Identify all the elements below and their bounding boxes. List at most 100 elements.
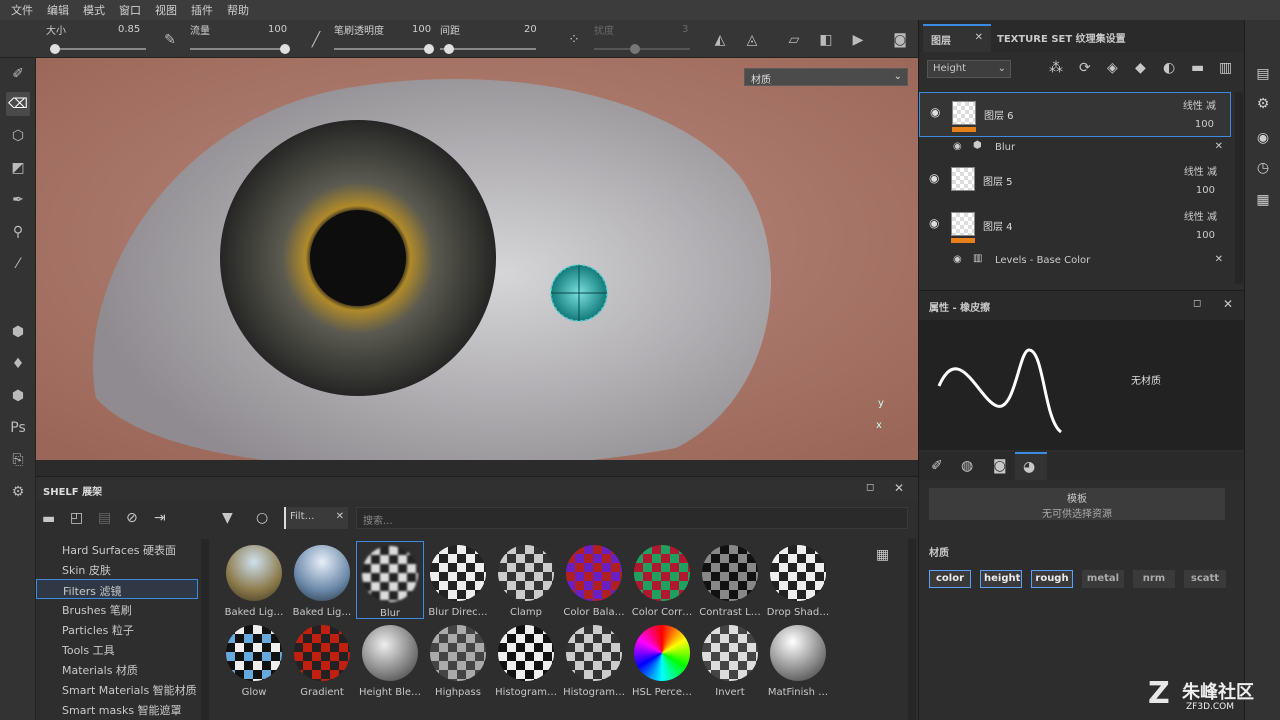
camera-icon[interactable]: ▶: [846, 28, 870, 52]
settings-icon[interactable]: ⚙: [6, 480, 30, 504]
new-folder-icon[interactable]: ◰: [70, 510, 83, 526]
screenshot-icon[interactable]: ◙: [888, 28, 912, 52]
channel-toggle[interactable]: scatt: [1184, 570, 1226, 588]
resource-tile[interactable]: Invert: [696, 621, 764, 699]
channel-toggle[interactable]: color: [929, 570, 971, 588]
add-layer-icon[interactable]: ◈: [1107, 60, 1118, 76]
stencil-tab-icon[interactable]: ◙: [993, 458, 1007, 474]
spacing-value[interactable]: 20: [524, 24, 537, 35]
visibility-icon[interactable]: ◉: [953, 141, 962, 152]
resource-tile[interactable]: Gradient: [288, 621, 356, 699]
refresh-icon[interactable]: ○: [256, 510, 268, 526]
photoshop-icon[interactable]: Ps: [6, 416, 30, 440]
menu-plugins[interactable]: 插件: [184, 2, 220, 18]
visibility-icon[interactable]: ◉: [953, 254, 962, 265]
resource-tile[interactable]: Glow: [220, 621, 288, 699]
effect-row[interactable]: ◉ ▥ Levels - Base Color ✕: [919, 250, 1231, 272]
effect-row[interactable]: ◉ ⬢ Blur ✕: [919, 137, 1231, 159]
clone-stamp-icon[interactable]: ⚲: [6, 220, 30, 244]
category-item[interactable]: Skin 皮肤: [36, 559, 198, 579]
layer-scrollbar[interactable]: [1235, 92, 1243, 284]
flow-slider[interactable]: [190, 44, 290, 54]
channel-toggle[interactable]: metal: [1082, 570, 1124, 588]
polygon-fill-icon[interactable]: ◩: [6, 156, 30, 180]
resource-tile[interactable]: Color Bala…: [560, 541, 628, 619]
visibility-icon[interactable]: ◉: [930, 105, 940, 119]
channel-toggle[interactable]: nrm: [1133, 570, 1175, 588]
channel-toggle[interactable]: height: [980, 570, 1022, 588]
template-box[interactable]: 模板 无可供选择资源: [929, 488, 1225, 520]
visibility-icon[interactable]: ◉: [929, 216, 939, 230]
category-item[interactable]: Particles 粒子: [36, 619, 198, 639]
remove-effect-icon[interactable]: ✕: [1215, 254, 1223, 265]
3d-viewport[interactable]: x y 材质 ⌄: [36, 58, 918, 460]
layers-panel-icon[interactable]: ▤: [1254, 66, 1272, 84]
category-item[interactable]: Tools 工具: [36, 639, 198, 659]
add-folder-icon[interactable]: ▬: [1191, 60, 1204, 76]
resource-tile[interactable]: Clamp: [492, 541, 560, 619]
menu-help[interactable]: 帮助: [220, 2, 256, 18]
add-mask-icon[interactable]: ◐: [1163, 60, 1175, 76]
hide-icon[interactable]: ⊘: [126, 510, 138, 526]
flow-value[interactable]: 100: [268, 24, 287, 35]
delete-icon[interactable]: ▥: [1219, 60, 1232, 76]
menu-view[interactable]: 视图: [148, 2, 184, 18]
add-fill-icon[interactable]: ⟳: [1079, 60, 1091, 76]
maximize-icon[interactable]: ◻: [866, 482, 874, 493]
channel-select[interactable]: Height ⌄: [927, 60, 1011, 78]
resource-tile[interactable]: Histogram…: [560, 621, 628, 699]
folder-icon[interactable]: ▬: [42, 511, 55, 527]
resource-tile[interactable]: Blur: [356, 541, 424, 619]
tab-close-icon[interactable]: ✕: [975, 32, 983, 43]
layer-name[interactable]: 图层 6: [984, 107, 1014, 122]
category-item[interactable]: Filters 滤镜: [36, 579, 198, 599]
layer-row[interactable]: ◉ 图层 5 线性 减 100: [919, 159, 1231, 204]
resource-tile[interactable]: Baked Lig…: [288, 541, 356, 619]
tab-layers[interactable]: 图层 ✕: [923, 24, 991, 52]
close-icon[interactable]: ✕: [894, 481, 904, 495]
material-tab[interactable]: ◕: [1015, 452, 1047, 480]
spacing-slider[interactable]: [440, 44, 536, 54]
material-select[interactable]: 材质 ⌄: [744, 68, 908, 86]
mirror-icon[interactable]: ◬: [740, 28, 764, 52]
scatter-icon[interactable]: ⁘: [562, 28, 586, 52]
brush-tab-icon[interactable]: ✐: [931, 458, 943, 474]
layer-opacity[interactable]: 100: [1195, 119, 1214, 130]
category-item[interactable]: Materials 材质: [36, 659, 198, 679]
chip-close-icon[interactable]: ✕: [336, 511, 344, 522]
add-effect-icon[interactable]: ⁂: [1049, 60, 1063, 76]
close-icon[interactable]: ✕: [1223, 297, 1233, 311]
menu-window[interactable]: 窗口: [112, 2, 148, 18]
menu-mode[interactable]: 模式: [76, 2, 112, 18]
export-icon[interactable]: ⎘: [6, 448, 30, 472]
resource-tile[interactable]: Height Ble…: [356, 621, 424, 699]
channel-toggle[interactable]: rough: [1031, 570, 1073, 588]
resource-tile[interactable]: Baked Lig…: [220, 541, 288, 619]
texture-set-icon[interactable]: ⚙: [1254, 96, 1272, 114]
plugin-icon[interactable]: ⬢: [6, 384, 30, 408]
import-icon[interactable]: ⇥: [154, 510, 166, 526]
visibility-icon[interactable]: ◉: [929, 171, 939, 185]
alert-icon[interactable]: ♦: [6, 352, 30, 376]
layer-row[interactable]: ◉ 图层 6 线性 减 100: [919, 92, 1231, 137]
display-settings-icon[interactable]: ◉: [1254, 130, 1272, 148]
stroke-icon[interactable]: ╱: [304, 28, 328, 52]
projection-icon[interactable]: ▱: [782, 28, 806, 52]
smudge-icon[interactable]: ✒: [6, 188, 30, 212]
layer-row[interactable]: ◉ 图层 4 线性 减 100: [919, 204, 1231, 249]
menu-file[interactable]: 文件: [4, 2, 40, 18]
layer-opacity[interactable]: 100: [1196, 185, 1215, 196]
bake-icon[interactable]: ⬢: [6, 320, 30, 344]
category-item[interactable]: Brushes 笔刷: [36, 599, 198, 619]
grid-view-icon[interactable]: ▦: [876, 547, 889, 563]
category-item[interactable]: Hard Surfaces 硬表面: [36, 539, 198, 559]
resource-tile[interactable]: HSL Perce…: [628, 621, 696, 699]
category-item[interactable]: Smart masks 智能遮罩: [36, 699, 198, 719]
resource-tile[interactable]: MatFinish …: [764, 621, 832, 699]
blend-mode[interactable]: 线性 减: [1183, 97, 1216, 112]
layer-opacity[interactable]: 100: [1196, 230, 1215, 241]
menu-edit[interactable]: 编辑: [40, 2, 76, 18]
alpha-tab-icon[interactable]: ◍: [961, 458, 973, 474]
category-scrollbar[interactable]: [201, 539, 209, 720]
tab-texture-set[interactable]: TEXTURE SET 纹理集设置: [997, 30, 1126, 45]
